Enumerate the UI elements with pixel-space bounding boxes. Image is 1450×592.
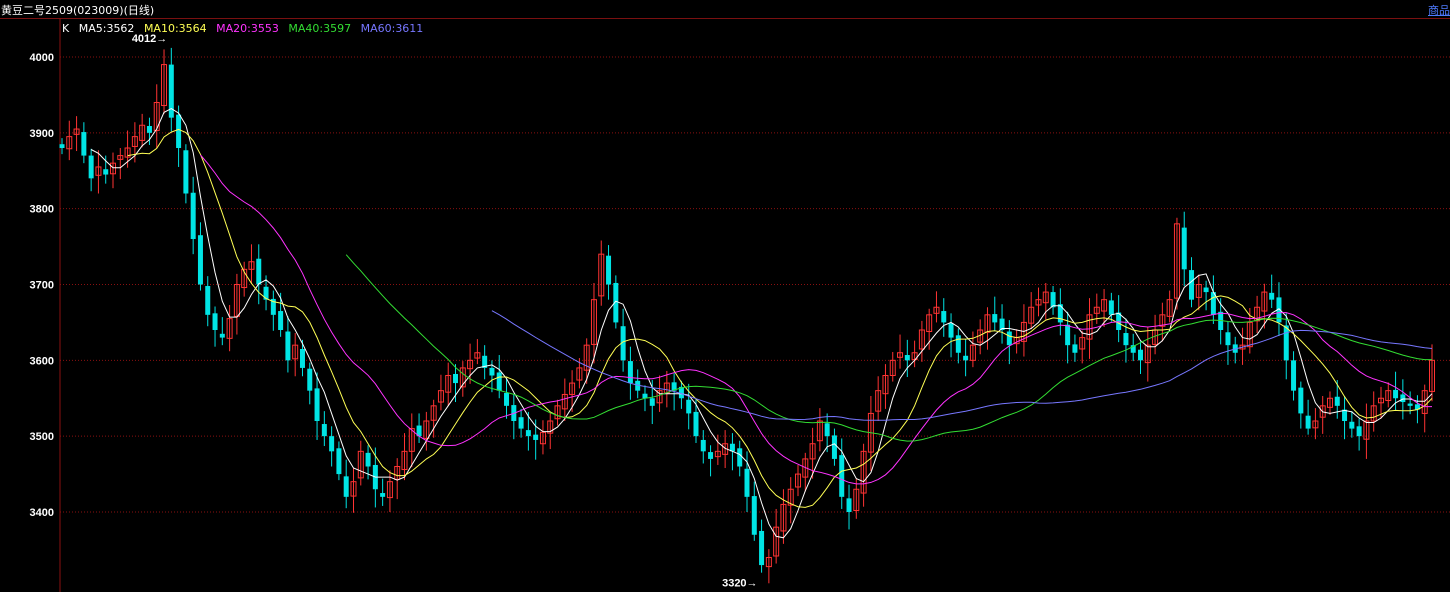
candle-body-down (219, 333, 225, 338)
candle-body-down (1356, 426, 1362, 437)
y-tick-label: 3900 (30, 128, 54, 140)
candle-body-down (693, 411, 699, 437)
ma5-line (90, 108, 1433, 539)
candle-body-down (649, 398, 655, 406)
candle-body-down (963, 355, 969, 361)
candle-body-down (744, 468, 750, 497)
low-annotation: 3320→ (722, 578, 757, 590)
candle-body-down (1138, 349, 1144, 361)
candle-body-down (751, 496, 757, 535)
candle-body-down (525, 430, 531, 437)
kline-chart[interactable]: 3400 3500 3600 3700 3800 3900 4000 4012→ 3320→ (0, 18, 1450, 592)
candle-body-down (846, 498, 852, 512)
candle-body-down (1181, 227, 1187, 270)
candle-body-down (627, 361, 633, 384)
candle-body-down (686, 399, 692, 414)
candle-body-down (278, 311, 284, 330)
candle-body-down (533, 434, 539, 440)
candle-body-down (839, 455, 845, 497)
candle-body-down (489, 367, 495, 376)
candle-body-down (263, 286, 269, 300)
candle-body-down (176, 114, 182, 148)
chart-title: 黄豆二号2509(023009)(日线) (1, 4, 155, 17)
candle-body-down (299, 348, 305, 368)
candle-body-down (103, 169, 109, 175)
candle-body-down (321, 424, 327, 437)
candle-body-down (343, 476, 349, 497)
candle-body-down (992, 314, 998, 323)
candle-body-down (212, 313, 218, 330)
y-tick-label: 3400 (30, 507, 54, 519)
y-tick-label: 3500 (30, 431, 54, 443)
candle-body-down (1189, 270, 1195, 300)
y-tick-label: 4000 (30, 52, 54, 64)
candle-body-down (518, 417, 524, 429)
candle-body-down (1291, 360, 1297, 391)
candle-body-down (329, 436, 335, 452)
candle-body-down (1072, 344, 1078, 353)
candle-body-down (1342, 409, 1348, 421)
candle-body-down (1407, 403, 1413, 406)
candle-body-down (1305, 415, 1311, 429)
candle-body-down (941, 311, 947, 323)
candle-body-down (285, 331, 291, 361)
y-tick-label: 3700 (30, 280, 54, 292)
candle-body-down (1006, 331, 1012, 346)
candle-body-down (606, 255, 612, 285)
candle-body-down (59, 144, 65, 148)
candle-body-down (1400, 394, 1406, 403)
candle-body-down (1050, 292, 1056, 308)
candle-body-down (256, 258, 262, 285)
candle-body-down (831, 435, 837, 459)
candle-body-down (314, 388, 320, 421)
candle-body-down (197, 235, 203, 285)
ma40-line (345, 254, 1432, 442)
candle-body-down (88, 155, 94, 179)
candle-body-down (700, 439, 706, 452)
candle-body-down (453, 373, 459, 384)
candle-body-down (81, 132, 87, 156)
candle-body-down (190, 192, 196, 239)
candle-body-down (1349, 421, 1355, 429)
candle-body-down (504, 392, 510, 406)
product-link[interactable]: 商品 (1428, 2, 1450, 18)
candle-body-down (759, 530, 765, 566)
candle-body-down (1298, 387, 1304, 414)
candle-body-down (1108, 300, 1114, 315)
candle-body-down (1283, 325, 1289, 361)
candle-body-down (307, 368, 313, 391)
candle-body-down (365, 452, 371, 467)
candle-body-down (1225, 332, 1231, 346)
candle-body-down (708, 452, 714, 459)
title-bar: 黄豆二号2509(023009)(日线) 商品 (0, 0, 1450, 19)
ma20-line (200, 154, 1432, 485)
candle-body-down (948, 323, 954, 338)
candle-body-down (1065, 324, 1071, 346)
y-tick-label: 3800 (30, 204, 54, 216)
candle-body-down (183, 150, 189, 194)
candle-body-down (380, 493, 386, 497)
candle-body-down (737, 448, 743, 467)
candle-body-down (1203, 287, 1209, 293)
candle-body-down (205, 286, 211, 315)
candle-body-down (1334, 396, 1340, 406)
candle-body-down (1393, 389, 1399, 399)
high-annotation: 4012→ (132, 33, 167, 45)
candle-body-down (1123, 333, 1129, 346)
candle-body-down (955, 335, 961, 353)
ma10-line (127, 128, 1433, 508)
candle-body-down (496, 372, 502, 391)
candle-body-down (1269, 292, 1275, 300)
candle-body-down (824, 423, 830, 437)
candle-body-down (146, 126, 152, 133)
y-tick-label: 3600 (30, 355, 54, 367)
candle-body-down (336, 448, 342, 475)
candle-body-down (904, 355, 910, 361)
